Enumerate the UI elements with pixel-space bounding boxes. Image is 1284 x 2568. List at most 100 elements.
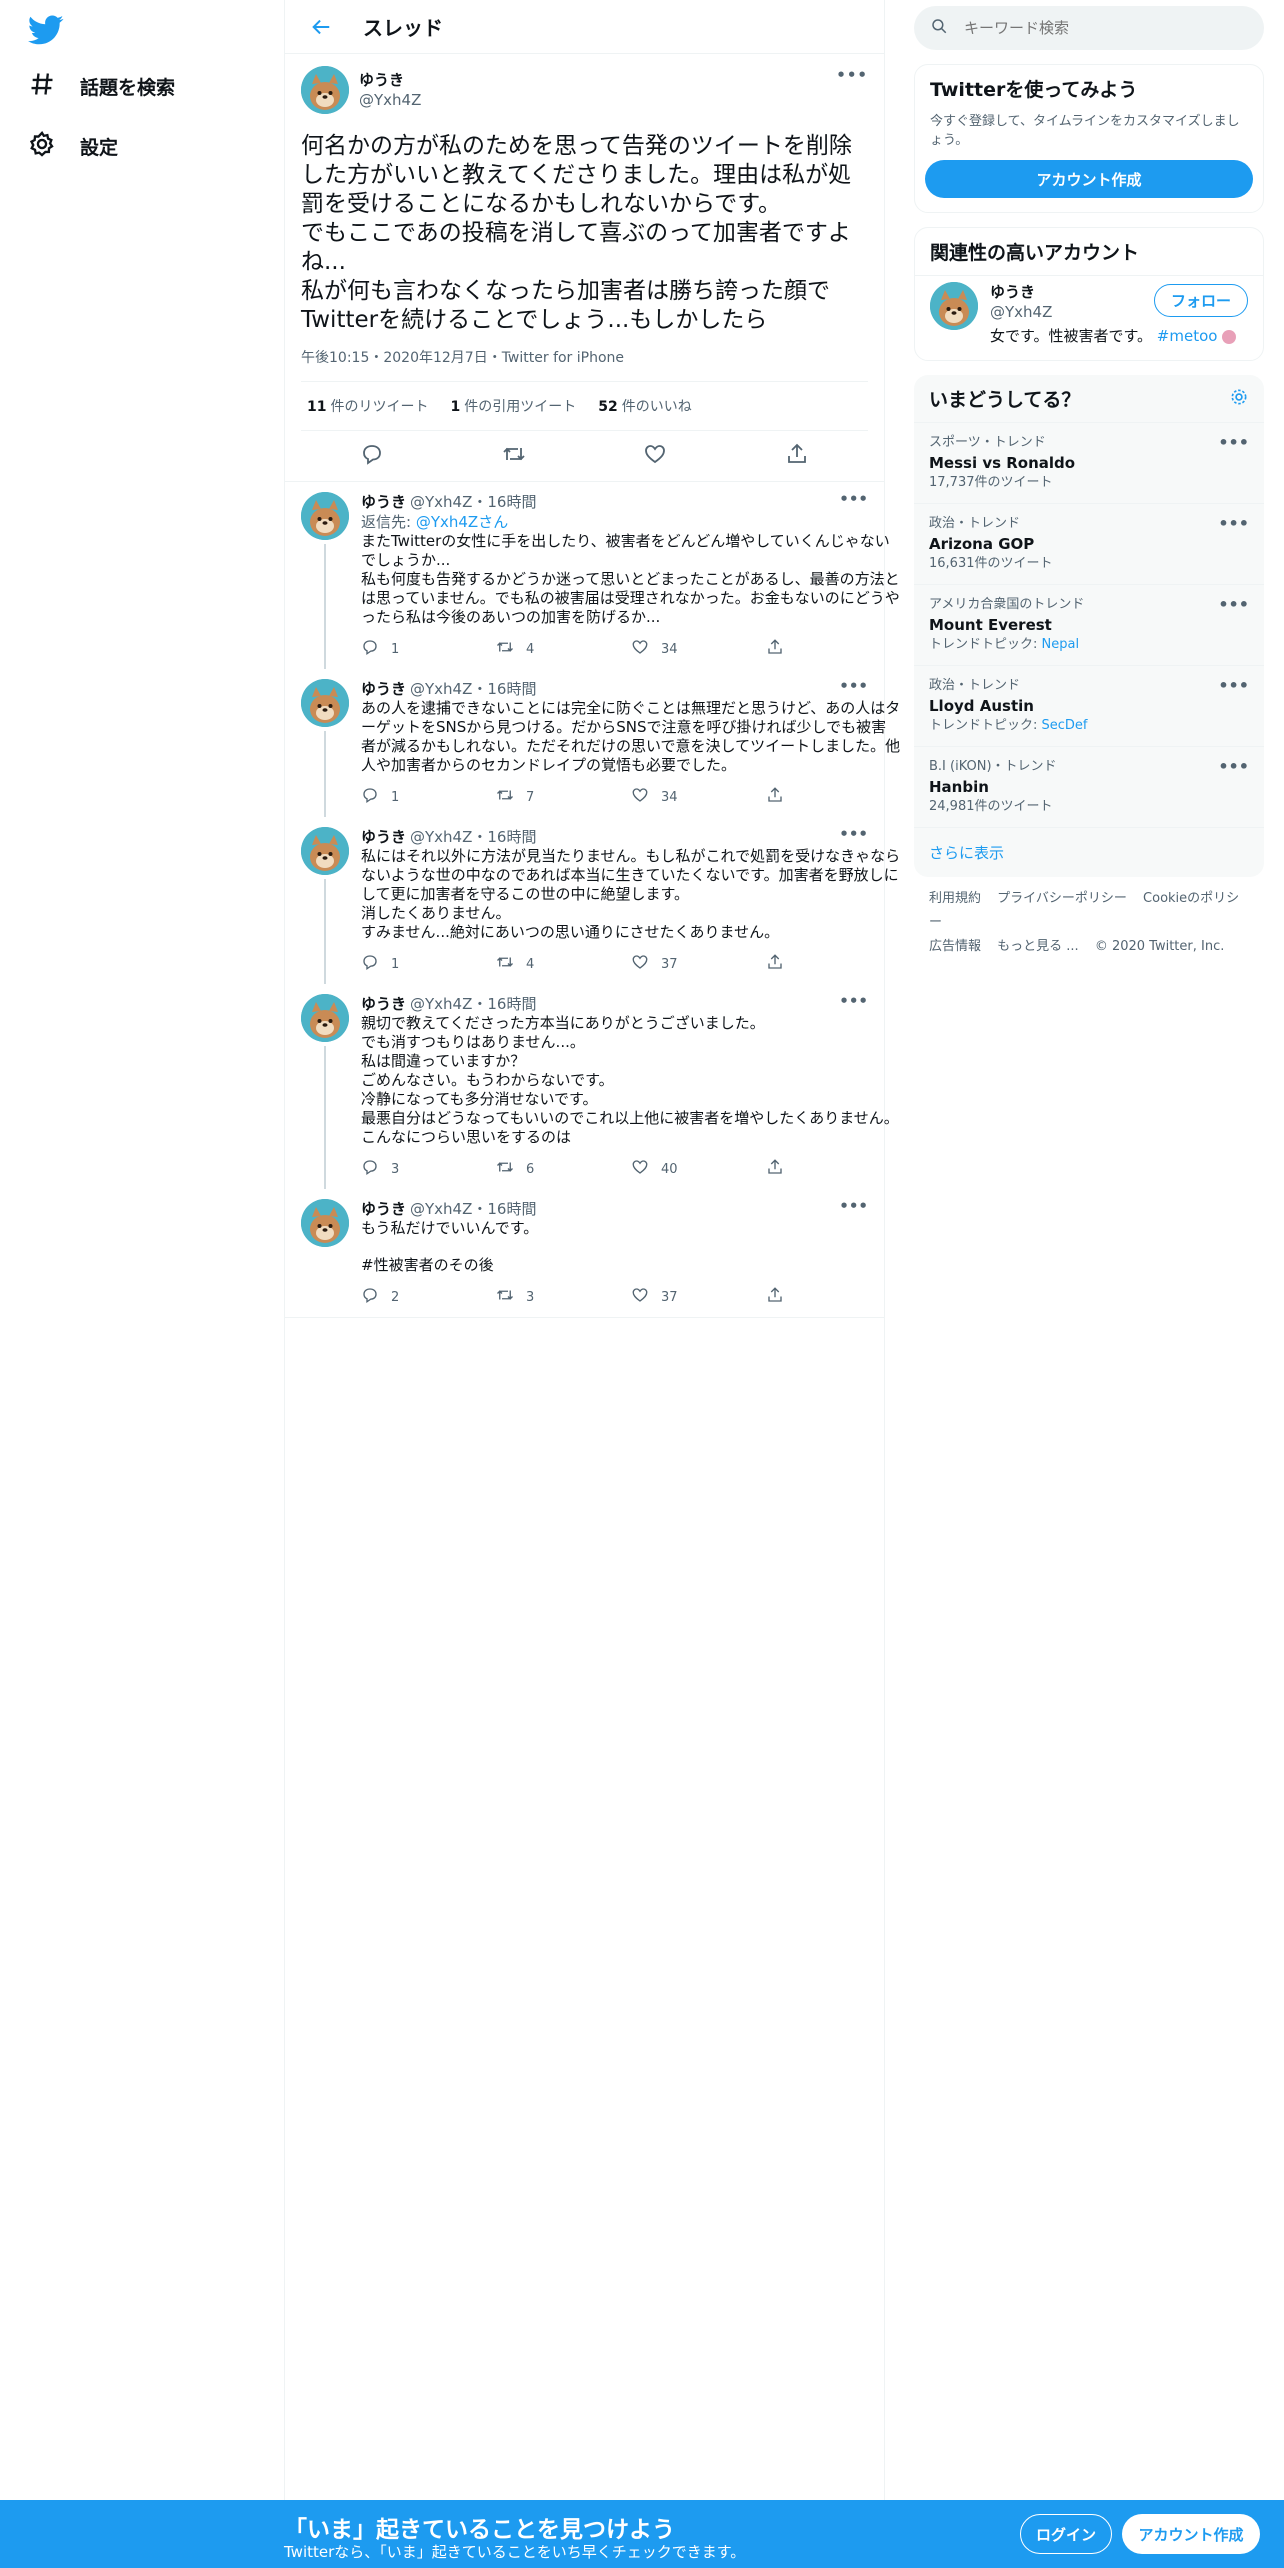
quote-stat[interactable]: 1 件の引用ツイート <box>450 396 576 416</box>
search-box[interactable] <box>914 6 1264 50</box>
reply-button[interactable]: 1 <box>361 953 496 975</box>
bio-hashtag-link[interactable]: #metoo <box>1157 327 1218 345</box>
avatar[interactable] <box>301 994 349 1042</box>
more-options-icon[interactable]: ••• <box>1218 676 1249 696</box>
author-name[interactable]: ゆうき <box>361 995 406 1013</box>
share-button[interactable] <box>766 953 901 975</box>
more-options-icon[interactable]: ••• <box>1218 433 1249 453</box>
reply-to-link[interactable]: @Yxh4Zさん <box>416 513 508 531</box>
more-options-icon[interactable]: ••• <box>839 677 868 695</box>
like-button[interactable]: 37 <box>631 1286 766 1308</box>
footer-more[interactable]: もっと見る ... <box>997 939 1079 954</box>
reply-button[interactable]: 1 <box>361 786 496 808</box>
author-handle[interactable]: @Yxh4Z <box>359 90 421 110</box>
more-options-icon[interactable]: ••• <box>839 490 868 508</box>
share-button[interactable] <box>766 1158 901 1180</box>
more-options-icon[interactable]: ••• <box>839 1197 868 1215</box>
avatar[interactable] <box>301 492 349 540</box>
trend-item[interactable]: アメリカ合衆国のトレンド Mount Everest トレンドトピック: Nep… <box>914 585 1264 666</box>
tweet-time[interactable]: ・16時間 <box>472 1200 536 1218</box>
retweet-button[interactable]: 4 <box>496 953 631 975</box>
trend-count: 24,981件のツイート <box>929 799 1053 814</box>
trend-item[interactable]: B.I (iKON)・トレンド Hanbin 24,981件のツイート ••• <box>914 747 1264 828</box>
more-options-icon[interactable]: ••• <box>1218 595 1249 615</box>
like-button[interactable]: 37 <box>631 953 766 975</box>
reply-icon[interactable] <box>360 442 384 470</box>
more-options-icon[interactable]: ••• <box>1218 757 1249 777</box>
author-handle[interactable]: @Yxh4Z <box>410 493 472 511</box>
signup-button[interactable]: アカウント作成 <box>1122 2514 1260 2554</box>
retweet-button[interactable]: 6 <box>496 1158 631 1180</box>
avatar[interactable] <box>301 827 349 875</box>
twitter-logo-icon[interactable] <box>28 12 64 48</box>
retweet-stat[interactable]: 11 件のリツイート <box>307 396 428 416</box>
like-icon[interactable] <box>643 442 667 470</box>
retweet-button[interactable]: 7 <box>496 786 631 808</box>
share-button[interactable] <box>766 1286 901 1308</box>
author-name[interactable]: ゆうき <box>359 70 421 90</box>
thread-line <box>324 1046 326 1189</box>
settings-gear-icon[interactable] <box>1229 387 1249 411</box>
reply-tweet[interactable]: ゆうき @Yxh4Z・16時間 親切で教えてくださった方本当にありがとうございまし… <box>285 984 899 1189</box>
login-button[interactable]: ログイン <box>1020 2514 1112 2554</box>
more-options-icon[interactable]: ••• <box>1218 514 1249 534</box>
more-options-icon[interactable]: ••• <box>839 825 868 843</box>
reply-tweet[interactable]: ゆうき @Yxh4Z・16時間 私にはそれ以外に方法が見当たりません。もし私がこれ… <box>285 817 900 984</box>
like-button[interactable]: 34 <box>631 786 766 808</box>
author-handle[interactable]: @Yxh4Z <box>410 680 472 698</box>
footer-ads[interactable]: 広告情報 <box>929 939 981 954</box>
reply-button[interactable]: 1 <box>361 638 496 660</box>
author-name[interactable]: ゆうき <box>361 1200 406 1218</box>
share-icon[interactable] <box>785 442 809 470</box>
retweet-icon <box>496 1286 514 1308</box>
avatar[interactable] <box>301 66 349 114</box>
nav-explore[interactable]: 話題を検索 <box>28 70 175 103</box>
back-arrow-icon[interactable] <box>305 11 337 43</box>
tweet-time[interactable]: ・16時間 <box>472 995 536 1013</box>
like-stat[interactable]: 52 件のいいね <box>598 396 691 416</box>
author-handle[interactable]: @Yxh4Z <box>410 995 472 1013</box>
hashtag-link[interactable]: #性被害者のその後 <box>361 1256 901 1275</box>
tweet-time[interactable]: ・16時間 <box>472 680 536 698</box>
author-name[interactable]: ゆうき <box>361 680 406 698</box>
reply-tweet[interactable]: ゆうき @Yxh4Z・16時間 あの人を逮捕できないことには完全に防ぐことは無理だ… <box>285 669 900 817</box>
more-options-icon[interactable]: ••• <box>839 992 868 1010</box>
share-button[interactable] <box>766 638 901 660</box>
author-name[interactable]: ゆうき <box>361 828 406 846</box>
related-account[interactable]: ゆうき @Yxh4Z 女です。性被害者です。 #metoo フォロー <box>915 276 1263 360</box>
create-account-button[interactable]: アカウント作成 <box>925 160 1253 198</box>
trend-topic-link[interactable]: Nepal <box>1042 637 1080 652</box>
like-button[interactable]: 40 <box>631 1158 766 1180</box>
share-button[interactable] <box>766 786 901 808</box>
footer-terms[interactable]: 利用規約 <box>929 891 981 906</box>
trend-item[interactable]: スポーツ・トレンド Messi vs Ronaldo 17,737件のツイート … <box>914 423 1264 504</box>
retweet-icon[interactable] <box>502 442 526 470</box>
footer-privacy[interactable]: プライバシーポリシー <box>997 891 1127 906</box>
retweet-button[interactable]: 3 <box>496 1286 631 1308</box>
reply-tweet[interactable]: ゆうき @Yxh4Z・16時間 返信先: @Yxh4Zさん またTwitterの女性… <box>285 482 900 669</box>
reply-tweet[interactable]: ゆうき @Yxh4Z・16時間 もう私だけでいいんです。 #性被害者のその後 2 3… <box>285 1189 884 1318</box>
trend-item[interactable]: 政治・トレンド Lloyd Austin トレンドトピック: SecDef ••… <box>914 666 1264 747</box>
author-handle[interactable]: @Yxh4Z <box>410 1200 472 1218</box>
nav-settings[interactable]: 設定 <box>28 130 118 163</box>
trend-item[interactable]: 政治・トレンド Arizona GOP 16,631件のツイート ••• <box>914 504 1264 585</box>
reply-button[interactable]: 2 <box>361 1286 496 1308</box>
tweet-time[interactable]: ・16時間 <box>472 493 536 511</box>
avatar[interactable] <box>301 1199 349 1247</box>
banner-title: 「いま」起きていることを見つけよう <box>284 2517 675 2543</box>
author-handle[interactable]: @Yxh4Z <box>410 828 472 846</box>
tweet-time[interactable]: ・16時間 <box>472 828 536 846</box>
more-options-icon[interactable]: ••• <box>836 66 868 84</box>
tweet-timestamp[interactable]: 午後10:15・2020年12月7日・Twitter for iPhone <box>301 347 868 382</box>
reply-button[interactable]: 3 <box>361 1158 496 1180</box>
thread-header: スレッド <box>285 0 884 54</box>
author-name[interactable]: ゆうき <box>361 493 406 511</box>
search-input[interactable] <box>964 19 1224 37</box>
retweet-button[interactable]: 4 <box>496 638 631 660</box>
show-more-link[interactable]: さらに表示 <box>914 828 1264 877</box>
avatar[interactable] <box>301 679 349 727</box>
trend-topic-link[interactable]: SecDef <box>1042 718 1088 733</box>
like-button[interactable]: 34 <box>631 638 766 660</box>
follow-button[interactable]: フォロー <box>1153 284 1248 317</box>
avatar[interactable] <box>930 282 978 330</box>
